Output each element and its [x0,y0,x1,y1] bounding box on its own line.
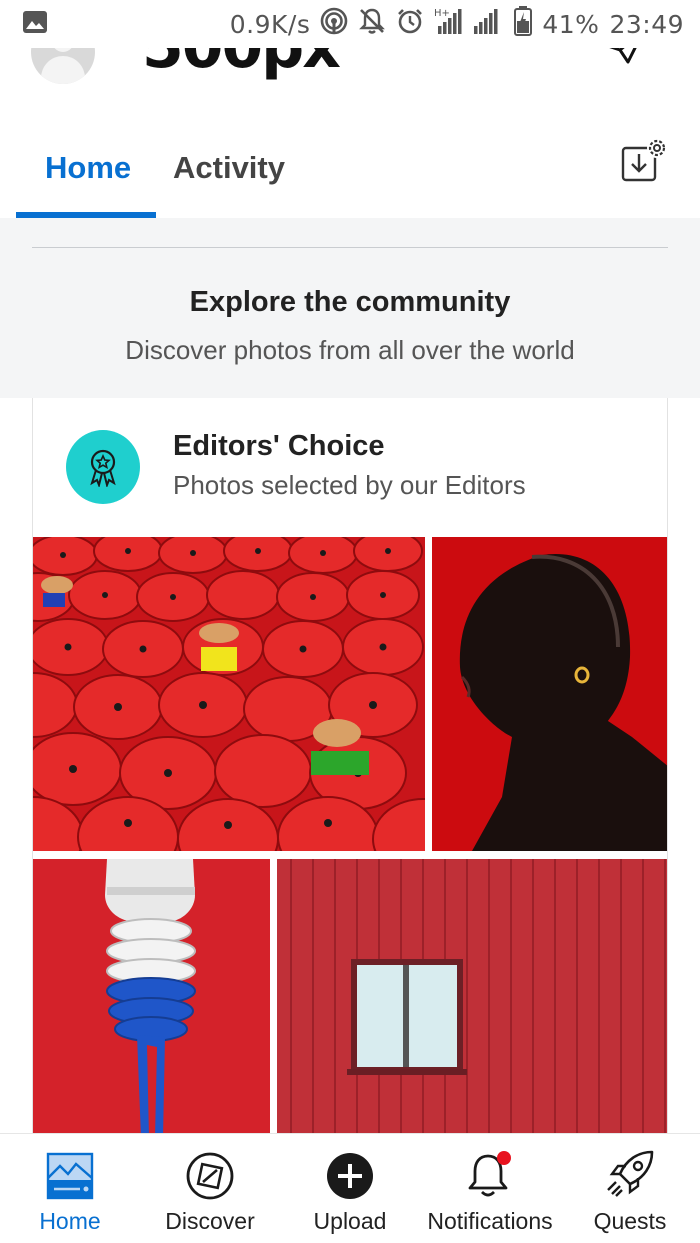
bell-icon [468,1151,511,1197]
paper-plane-icon[interactable] [598,48,648,75]
editors-choice-card[interactable]: Editors' Choice Photos selected by our E… [32,398,668,1138]
red-umbrellas-photo[interactable] [33,537,425,851]
hotspot-icon [320,7,348,42]
signal-icon: H+ [434,6,504,43]
nav-home[interactable]: Home [20,1134,120,1243]
explore-title: Explore the community [189,286,511,318]
tab-home[interactable]: Home [45,150,131,186]
upload-plus-icon [327,1153,373,1199]
nav-upload-label: Upload [313,1208,387,1234]
download-settings-button[interactable] [620,134,672,186]
nav-quests[interactable]: Quests [580,1134,680,1243]
nav-discover-label: Discover [165,1208,255,1234]
nav-discover[interactable]: Discover [150,1134,270,1243]
alarm-icon [396,7,424,42]
nav-notifications[interactable]: Notifications [415,1134,565,1243]
battery-icon [514,5,533,43]
brand-logo: 500px [142,48,341,82]
discover-compass-icon [186,1152,234,1200]
gallery-icon [22,10,48,39]
home-landscape-icon [46,1152,94,1200]
explore-subtitle: Discover photos from all over the world [125,335,575,365]
nav-home-label: Home [39,1208,101,1234]
status-bar: 0.9K/s H+ 41% 23:49 [0,0,700,48]
portrait-photo[interactable] [432,537,667,851]
red-wall-window-photo[interactable] [277,859,667,1138]
tab-activity[interactable]: Activity [173,150,285,186]
tab-bar: Home Activity [0,88,700,218]
card-title: Editors' Choice [173,430,385,462]
bottom-navigation: Home Discover Upload Notifications Quest… [0,1133,700,1243]
app-header: 500px [0,48,700,88]
network-type: H+ [434,8,450,19]
download-settings-icon [621,138,667,182]
battery-percentage: 41% [542,9,600,39]
notification-dot [497,1151,511,1165]
avatar[interactable] [31,48,95,84]
lightbulb-photo[interactable] [33,859,270,1138]
card-subtitle: Photos selected by our Editors [173,470,526,500]
network-speed: 0.9K/s [229,9,311,39]
notifications-off-icon [358,7,386,42]
award-ribbon-icon [90,449,116,487]
clock: 23:49 [609,9,684,39]
nav-upload[interactable]: Upload [290,1134,410,1243]
rocket-icon [607,1150,654,1197]
nav-notifications-label: Notifications [427,1208,553,1234]
nav-quests-label: Quests [593,1208,667,1234]
explore-section: Explore the community Discover photos fr… [0,218,700,398]
award-badge [66,430,140,504]
divider [32,247,668,248]
